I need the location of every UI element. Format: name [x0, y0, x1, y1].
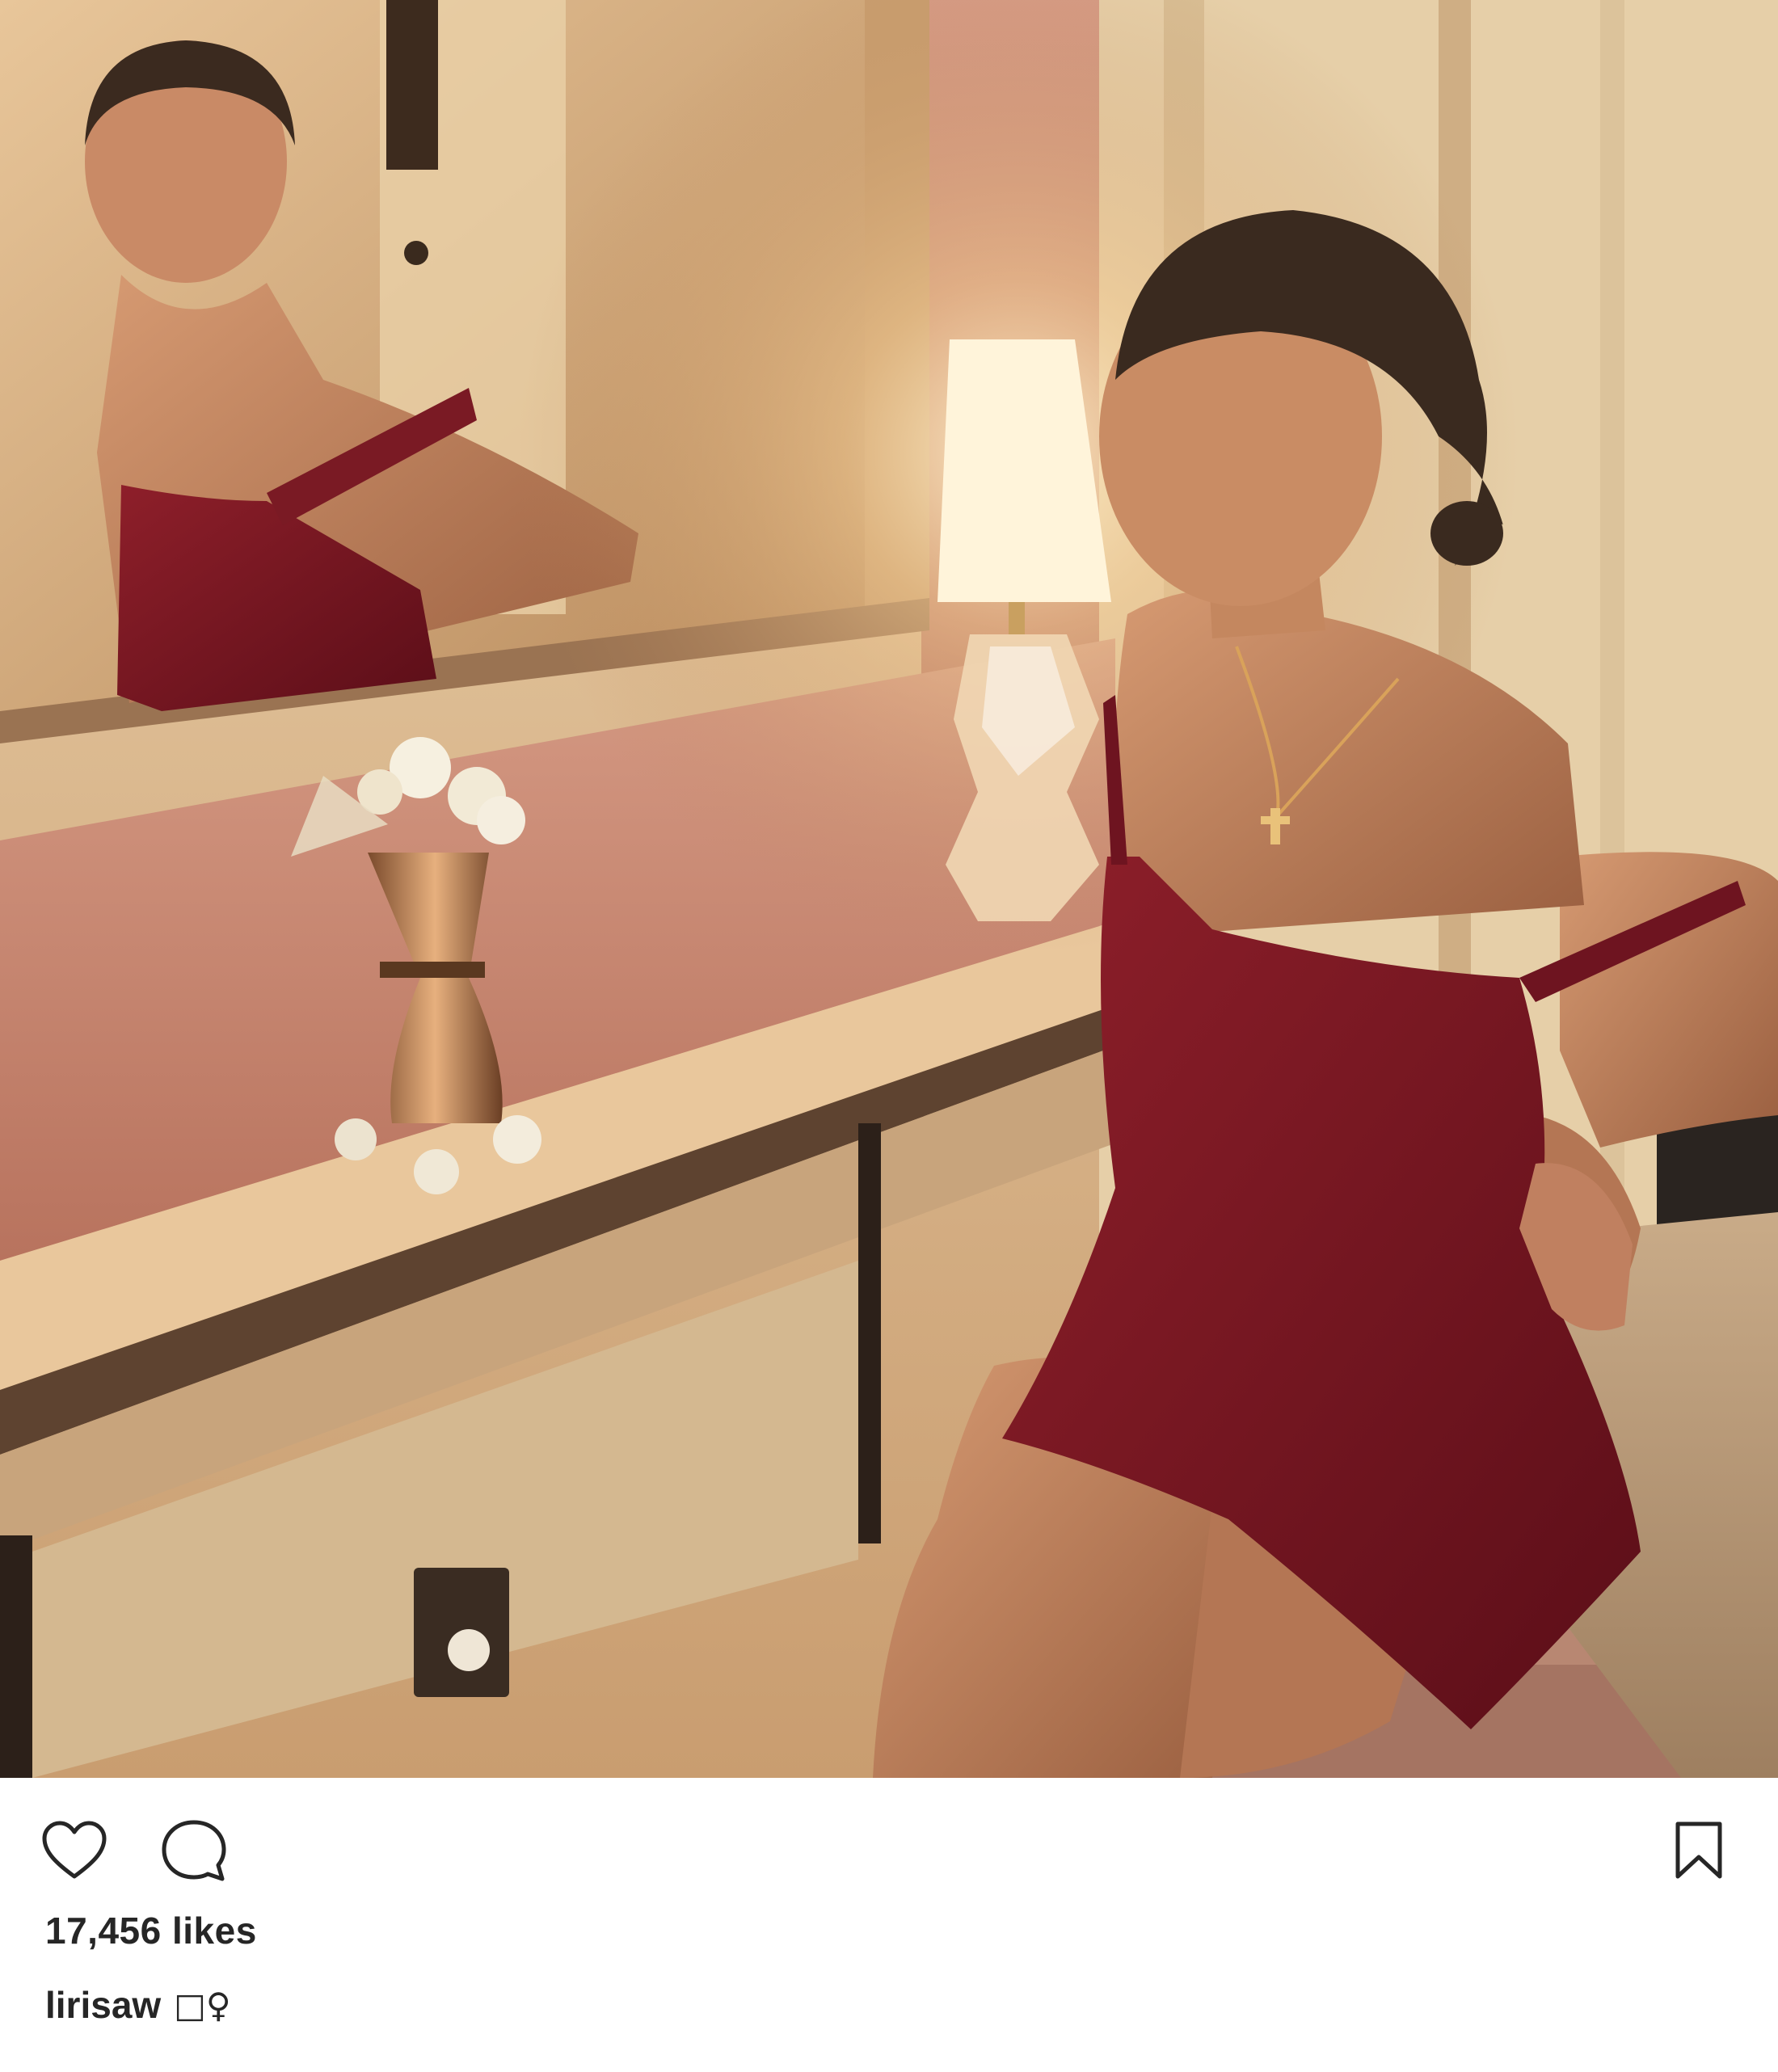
like-button[interactable]	[34, 1810, 115, 1891]
likes-count[interactable]: 17,456 likes	[45, 1909, 257, 1952]
caption-emoji-text: □♀	[174, 1985, 231, 2025]
post-photo[interactable]	[0, 0, 1778, 1778]
comments-preview-text: · · · · · · · · ·	[45, 2059, 297, 2072]
post-action-bar	[0, 1778, 1778, 1923]
post-caption: lirisaw □♀	[45, 1983, 231, 2027]
save-button[interactable]	[1658, 1810, 1739, 1891]
caption-username[interactable]: lirisaw	[45, 1983, 161, 2027]
post-photo-illustration	[0, 0, 1778, 1778]
heart-outline-icon	[42, 1821, 107, 1879]
comment-button[interactable]	[154, 1810, 234, 1891]
comments-preview[interactable]: · · · · · · · · ·	[45, 2056, 466, 2072]
speech-bubble-icon	[162, 1820, 226, 1881]
bookmark-outline-icon	[1675, 1821, 1722, 1879]
